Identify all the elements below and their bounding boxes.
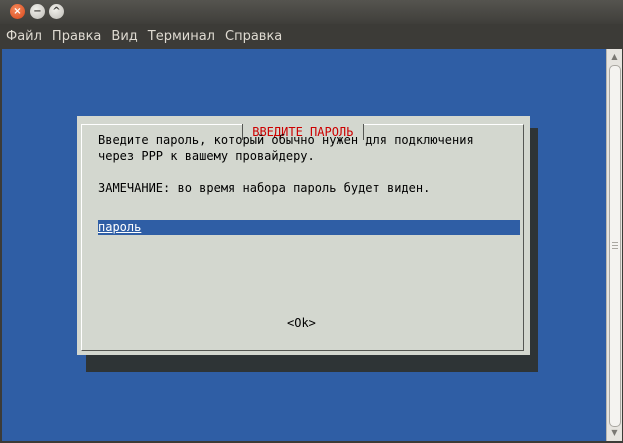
- minimize-icon[interactable]: −: [30, 4, 45, 19]
- menu-edit[interactable]: Правка: [47, 29, 106, 44]
- scroll-down-icon[interactable]: ▼: [607, 427, 622, 439]
- dialog-frame: ВВЕДИТЕ ПАРОЛЬ Введите пароль, который о…: [81, 124, 524, 351]
- dialog-note: ЗАМЕЧАНИЕ: во время набора пароль будет …: [98, 181, 431, 195]
- menu-file[interactable]: Файл: [0, 29, 47, 44]
- menu-help[interactable]: Справка: [220, 29, 287, 44]
- thumb-grip: [612, 245, 618, 246]
- ok-button[interactable]: <Ok>: [287, 315, 316, 331]
- password-input[interactable]: пароль: [98, 220, 520, 235]
- close-icon[interactable]: ×: [10, 4, 25, 19]
- menu-terminal[interactable]: Терминал: [143, 29, 220, 44]
- thumb-grip: [612, 242, 618, 243]
- menu-view[interactable]: Вид: [106, 29, 142, 44]
- password-value: пароль: [98, 220, 142, 234]
- vertical-scrollbar[interactable]: ▲ ▼: [606, 49, 622, 441]
- maximize-icon[interactable]: ^: [49, 4, 64, 19]
- thumb-grip: [612, 248, 618, 249]
- menu-bar: Файл Правка Вид Терминал Справка: [0, 24, 623, 48]
- scroll-thumb[interactable]: [609, 65, 621, 427]
- terminal-area[interactable]: ВВЕДИТЕ ПАРОЛЬ Введите пароль, который о…: [2, 49, 606, 441]
- dialog-message-line-2: через PPP к вашему провайдеру.: [98, 149, 315, 163]
- dialog-message-line-1: Введите пароль, который обычно нужен для…: [98, 133, 474, 147]
- password-dialog: ВВЕДИТЕ ПАРОЛЬ Введите пароль, который о…: [77, 116, 530, 355]
- title-bar[interactable]: × − ^: [0, 0, 623, 24]
- scroll-up-icon[interactable]: ▲: [607, 51, 622, 63]
- terminal-window: × − ^ Файл Правка Вид Терминал Справка В…: [0, 0, 623, 443]
